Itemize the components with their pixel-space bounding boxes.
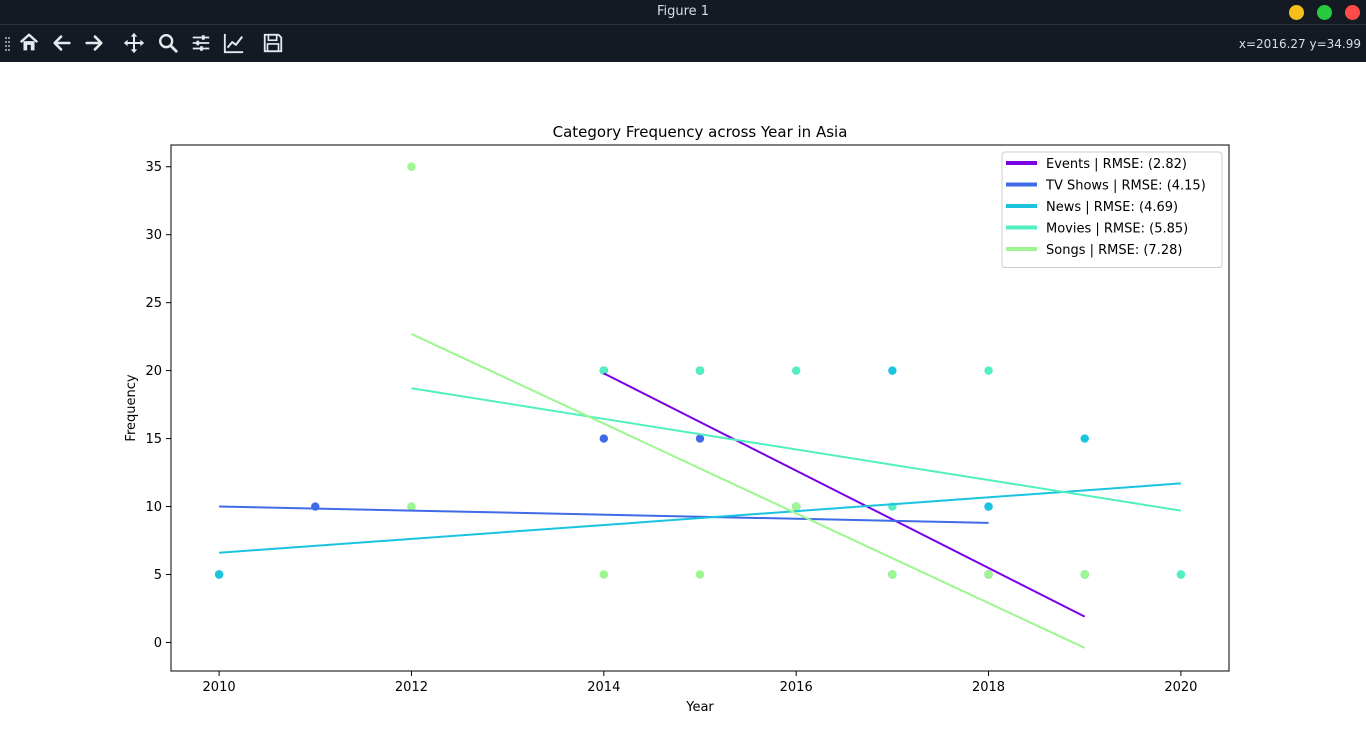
y-axis-label: Frequency <box>124 374 139 441</box>
minimize-button[interactable] <box>1289 5 1304 20</box>
pan-icon <box>123 32 145 54</box>
data-point <box>599 570 609 579</box>
legend-label: Events | RMSE: (2.82) <box>1046 157 1187 172</box>
x-tick-label: 2010 <box>203 680 236 695</box>
zoom-icon <box>159 34 178 53</box>
legend-label: Songs | RMSE: (7.28) <box>1046 243 1182 258</box>
legend-label: News | RMSE: (4.69) <box>1046 200 1178 215</box>
y-tick-label: 15 <box>145 432 162 447</box>
forward-icon <box>85 35 103 51</box>
x-tick-label: 2012 <box>395 680 428 695</box>
legend-label: Movies | RMSE: (5.85) <box>1046 222 1188 237</box>
configure-subplots-button[interactable] <box>187 29 215 57</box>
pan-button[interactable] <box>120 29 148 57</box>
data-point <box>214 570 224 579</box>
data-point <box>888 366 897 375</box>
window-titlebar: Figure 1 <box>0 0 1366 24</box>
y-tick-label: 30 <box>145 228 162 243</box>
back-icon <box>53 35 71 51</box>
toolbar-grip-icon[interactable] <box>5 36 10 52</box>
data-point <box>1080 570 1089 579</box>
edit-axis-icon <box>223 33 244 54</box>
data-point <box>1176 570 1186 579</box>
zoom-button[interactable] <box>154 29 182 57</box>
edit-axis-button[interactable] <box>220 29 248 57</box>
data-point <box>695 570 705 579</box>
forward-button[interactable] <box>80 29 108 57</box>
data-point <box>984 570 993 579</box>
data-point <box>984 502 993 511</box>
y-tick-label: 0 <box>154 636 162 651</box>
legend-label: TV Shows | RMSE: (4.15) <box>1045 179 1206 194</box>
x-tick-label: 2020 <box>1164 680 1197 695</box>
y-tick-label: 35 <box>145 160 162 175</box>
data-point <box>791 366 801 375</box>
data-point <box>791 502 801 511</box>
y-tick-label: 10 <box>145 500 162 515</box>
data-point <box>1080 434 1089 443</box>
y-tick-label: 25 <box>145 296 162 311</box>
data-point <box>695 366 705 375</box>
x-tick-label: 2014 <box>587 680 620 695</box>
cursor-coordinates: x=2016.27 y=34.99 <box>1238 37 1361 51</box>
window-title: Figure 1 <box>656 4 710 19</box>
x-tick-label: 2018 <box>972 680 1005 695</box>
configure-subplots-icon <box>192 35 210 51</box>
legend: Events | RMSE: (2.82) TV Shows | RMSE: (4… <box>1001 151 1223 268</box>
data-point <box>407 502 416 511</box>
save-icon <box>263 33 283 53</box>
data-point <box>888 570 897 579</box>
data-point <box>599 434 609 443</box>
back-button[interactable] <box>48 29 76 57</box>
y-tick-label: 20 <box>145 364 162 379</box>
x-axis-label: Year <box>685 700 714 715</box>
figure-canvas[interactable]: Category Frequency across Year in Asia 20… <box>0 62 1366 746</box>
data-point <box>407 162 416 171</box>
y-tick-label: 5 <box>154 568 162 583</box>
chart-title: Category Frequency across Year in Asia <box>553 123 848 141</box>
toolbar: x=2016.27 y=34.99 <box>0 24 1366 62</box>
home-icon <box>19 33 39 51</box>
save-button[interactable] <box>259 29 287 57</box>
home-button[interactable] <box>15 29 43 57</box>
maximize-button[interactable] <box>1317 5 1332 20</box>
close-button[interactable] <box>1345 5 1360 20</box>
x-tick-label: 2016 <box>780 680 813 695</box>
data-point <box>984 366 993 375</box>
